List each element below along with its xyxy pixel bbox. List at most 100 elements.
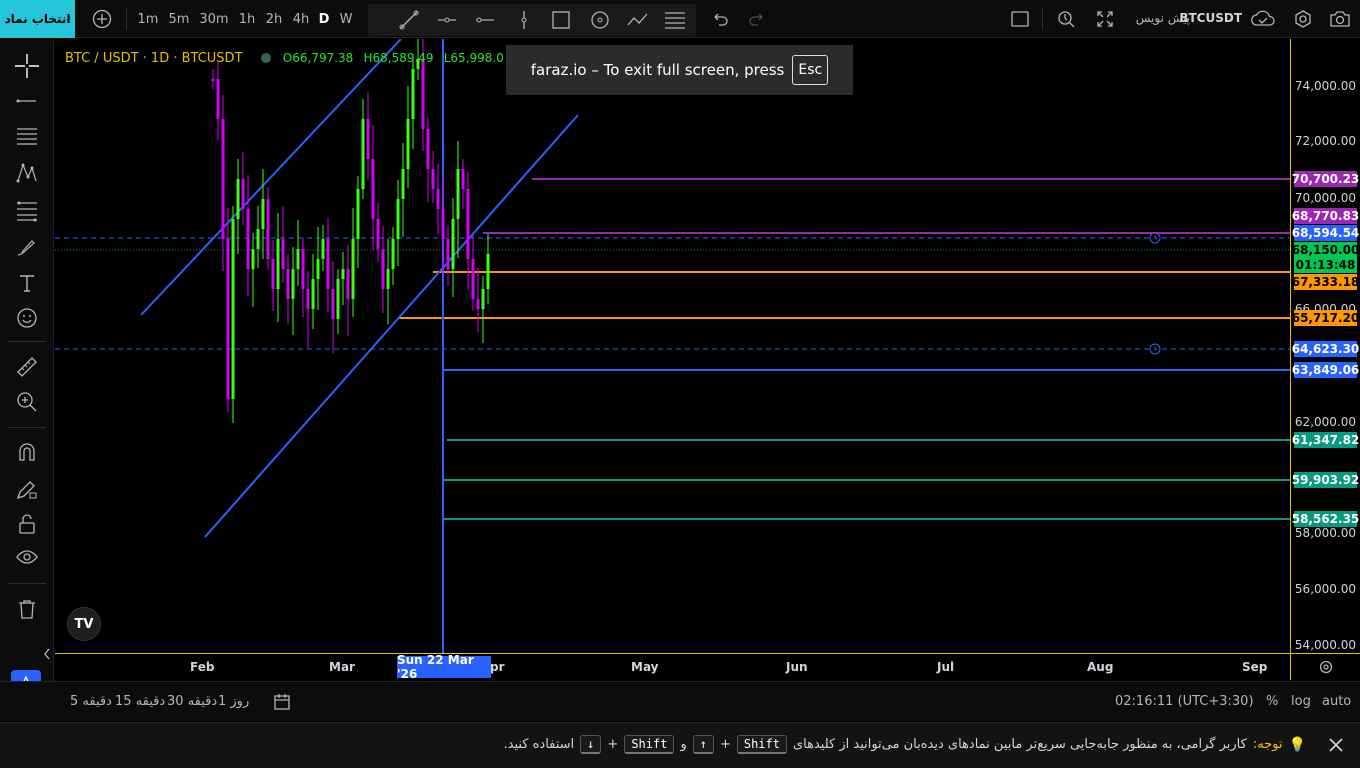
price-tick: 70,000.00: [1294, 191, 1356, 205]
tip-notice-bar: 💡 توجه: کاربر گرامی، به منظور جابه‌جایی …: [0, 722, 1360, 768]
and-word: و: [680, 737, 687, 752]
chart-legend: BTC / USDT · 1D · BTCUSDT O66,797.38 H68…: [65, 51, 504, 66]
path-tool[interactable]: [625, 7, 651, 33]
range-5-minutes[interactable]: 5 دقیقه: [70, 694, 112, 709]
interval-D[interactable]: D: [315, 6, 333, 32]
fullscreen-button[interactable]: [1093, 6, 1117, 32]
circle-tool[interactable]: [587, 7, 613, 33]
alarm-icon[interactable]: [1149, 343, 1161, 355]
key-shift: Shift: [624, 735, 675, 754]
range-1-day[interactable]: 1 روز: [218, 694, 249, 709]
time-tick: Sep: [1242, 660, 1268, 674]
interval-1m[interactable]: 1m: [134, 6, 162, 32]
settings-button[interactable]: [1291, 6, 1315, 32]
interval-1h[interactable]: 1h: [234, 6, 260, 32]
close-notice-button[interactable]: [1326, 735, 1346, 755]
price-tick: 72,000.00: [1294, 134, 1356, 148]
range-15-minutes[interactable]: 15 دقیقه: [115, 694, 165, 709]
cloud-save-button[interactable]: [1249, 6, 1277, 32]
fib-tool[interactable]: [662, 7, 688, 33]
percent-toggle[interactable]: %: [1266, 694, 1278, 709]
interval-30m[interactable]: 30m: [198, 6, 230, 32]
tradingview-logo[interactable]: TV: [67, 607, 101, 641]
gear-icon: [1319, 660, 1332, 674]
interval-2h[interactable]: 2h: [261, 6, 287, 32]
sidebar-divider: [8, 427, 46, 428]
crosshair-tool[interactable]: [12, 51, 42, 81]
hide-drawings[interactable]: [12, 542, 42, 572]
magnify-gauge-icon: [1058, 11, 1075, 28]
lock-drawings[interactable]: [12, 509, 42, 539]
candle-body: [271, 259, 275, 289]
log-toggle[interactable]: log: [1291, 694, 1311, 709]
pattern-tool[interactable]: [12, 158, 42, 188]
candle-body: [466, 189, 470, 259]
quick-search-button[interactable]: [1054, 6, 1078, 32]
screenshot-button[interactable]: [1327, 6, 1353, 32]
clock-timezone[interactable]: 02:16:11 (UTC+3:30): [1115, 694, 1254, 709]
price-axis[interactable]: 74,000.00 72,000.00 70,000.00 66,000.00 …: [1290, 39, 1360, 653]
alarm-icon[interactable]: [1149, 232, 1161, 244]
price-tag: 64,623.30: [1291, 341, 1360, 357]
trend-line-tool[interactable]: [396, 7, 422, 33]
price-tag: 58,562.35: [1291, 511, 1360, 527]
candlestick-series: [211, 39, 490, 423]
candle-body: [356, 189, 360, 239]
vertical-line-tool[interactable]: [511, 7, 537, 33]
chart-pane[interactable]: BTC / USDT · 1D · BTCUSDT O66,797.38 H68…: [55, 39, 1290, 653]
camera-icon: [1330, 11, 1350, 27]
time-axis[interactable]: Feb Mar pr May Jun Jul Aug Sep Sun 22 Ma…: [55, 653, 1290, 681]
legend-low: L65,998.0: [443, 51, 504, 65]
goto-date-button[interactable]: [272, 692, 292, 716]
candle-body: [291, 269, 295, 299]
fib-lines-icon: [17, 201, 37, 222]
layout-button[interactable]: [1008, 6, 1032, 32]
symbol-name[interactable]: BTCUSDT: [1179, 11, 1242, 25]
axis-settings-button[interactable]: [1290, 653, 1360, 680]
horizontal-ray-tool[interactable]: [434, 7, 460, 33]
candle-body: [331, 289, 335, 319]
zoom-in-icon: [17, 392, 37, 412]
interval-4h[interactable]: 4h: [288, 6, 314, 32]
collapse-sidebar[interactable]: [40, 639, 54, 669]
toolbar-divider: [1042, 8, 1043, 30]
price-tick: 62,000.00: [1294, 415, 1356, 429]
fib-retracement-icon: [665, 12, 685, 29]
interval-5m[interactable]: 5m: [165, 6, 193, 32]
channel-tool[interactable]: [12, 121, 42, 151]
redo-button[interactable]: [745, 6, 769, 32]
magnet-tool[interactable]: [12, 437, 42, 467]
fib-channel-tool[interactable]: [12, 195, 42, 225]
candle-body: [396, 199, 400, 239]
text-tool[interactable]: [12, 268, 42, 298]
range-30-minutes[interactable]: 30 دقیقه: [167, 694, 217, 709]
pencil-lock-icon: [16, 481, 37, 500]
line-tool[interactable]: [12, 86, 42, 116]
gear-icon: [1295, 10, 1311, 28]
price-chart[interactable]: [55, 39, 1290, 653]
select-symbol-button[interactable]: انتخاب نماد: [0, 0, 75, 38]
channel-lower-line[interactable]: [204, 114, 579, 538]
candle-body: [421, 59, 425, 129]
candle-body: [376, 219, 380, 249]
compare-add-button[interactable]: [89, 6, 115, 32]
horizontal-line-tool[interactable]: [472, 7, 498, 33]
remove-drawings[interactable]: [12, 594, 42, 624]
stay-in-drawing-mode[interactable]: [12, 474, 42, 504]
price-tick: 58,000.00: [1294, 526, 1356, 540]
time-tick: Aug: [1087, 660, 1114, 674]
trend-line-icon: [399, 10, 419, 30]
emoji-tool[interactable]: [12, 303, 42, 333]
brush-tool[interactable]: [12, 232, 42, 262]
candle-body: [276, 239, 280, 289]
price-tag: 67,333.18: [1291, 274, 1360, 290]
rectangle-tool[interactable]: [548, 7, 574, 33]
auto-toggle[interactable]: auto: [1322, 694, 1351, 709]
price-tag: 68,594.54: [1291, 225, 1360, 241]
zoom-tool[interactable]: [12, 387, 42, 417]
interval-W[interactable]: W: [337, 6, 355, 32]
notice-message: کاربر گرامی، به منظور جابه‌جایی سریع‌تر …: [792, 737, 1247, 752]
undo-button[interactable]: [708, 6, 732, 32]
measure-tool[interactable]: [12, 352, 42, 382]
escape-key: Esc: [792, 55, 829, 85]
